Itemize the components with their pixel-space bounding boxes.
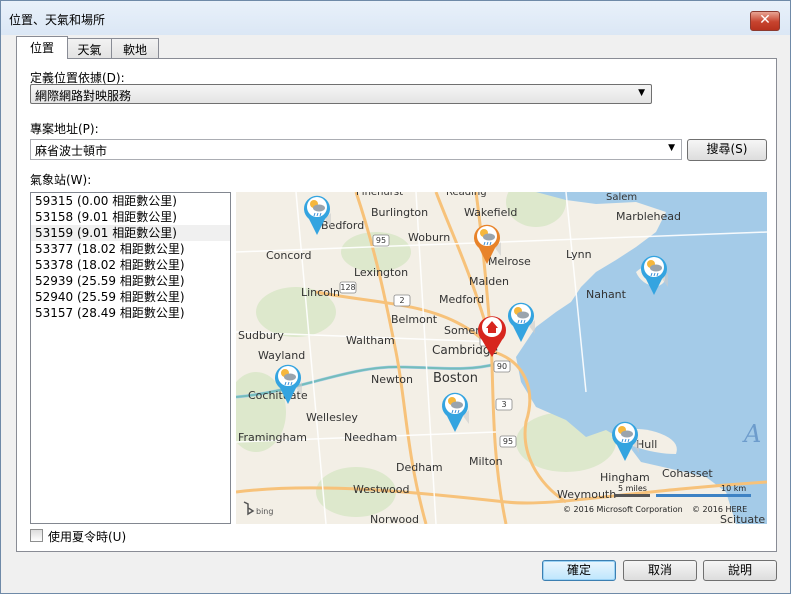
map-place-label: Needham [344,431,397,444]
tab-location[interactable]: 位置 [16,36,68,59]
close-icon: ✕ [759,12,771,28]
map-place-label: Milton [469,455,503,468]
map-road-number: 2 [399,296,404,305]
map-place-label: Newton [371,373,413,386]
map-place-label: Marblehead [616,210,681,223]
station-list-item[interactable]: 53159 (9.01 相距數公里) [31,225,230,241]
tab-weather-label: 天氣 [77,43,102,57]
map-place-label: Lincoln [301,286,340,299]
weather-station-list[interactable]: 59315 (0.00 相距數公里) 53158 (9.01 相距數公里) 5315… [30,192,231,524]
cloud-icon [284,373,296,381]
chevron-down-icon: ▼ [638,88,645,98]
search-button[interactable]: 搜尋(S) [687,139,767,161]
scale-bar-miles [614,494,650,497]
map-ocean-label: A [742,420,761,448]
map-place-label: Cohasset [662,467,713,480]
map-road-number: 90 [497,362,507,371]
station-list-item[interactable]: 53158 (9.01 相距數公里) [31,209,230,225]
map-place-label: Woburn [408,231,450,244]
project-address-value: 麻省波士頓市 [35,144,108,158]
tab-location-label: 位置 [29,41,54,55]
map-canvas[interactable]: Pinehurst Reading Salem Burlington Wakefield… [236,192,767,524]
weather-stations-label: 氣象站(W): [30,173,92,187]
station-list-item[interactable]: 52940 (25.59 相距數公里) [31,289,230,305]
daylight-saving-checkbox[interactable] [30,529,43,542]
cloud-icon [621,430,633,438]
map-place-label: Dedham [396,461,443,474]
station-list-item[interactable]: 53378 (18.02 相距數公里) [31,257,230,273]
map-place-label: Concord [266,249,311,262]
map-place-label: Scituate [720,513,765,524]
map-place-label: Weymouth [557,488,616,501]
cloud-icon [451,401,463,409]
map-place-label: Belmont [391,313,438,326]
map-place-label: Medford [439,293,484,306]
map-place-label: Wayland [258,349,305,362]
map-place-label: Waltham [346,334,395,347]
daylight-saving-label: 使用夏令時(U) [48,530,127,544]
map-road-number: 128 [340,283,355,292]
map-place-label: Nahant [586,288,627,301]
map-place-label: Salem [606,192,637,203]
copyright-microsoft: © 2016 Microsoft Corporation [563,505,683,514]
scale-bar-km [656,494,751,497]
weather-station-map[interactable]: Pinehurst Reading Salem Burlington Wakefield… [236,192,767,524]
project-address-combobox[interactable]: 麻省波士頓市 ▼ [30,139,682,160]
map-road-number: 95 [376,236,386,245]
station-list-item[interactable]: 53157 (28.49 相距數公里) [31,305,230,321]
cloud-icon [517,311,529,319]
scale-miles-label: 5 miles [618,484,647,493]
map-place-label: Melrose [488,255,531,268]
close-button[interactable]: ✕ [750,11,780,31]
tab-weather[interactable]: 天氣 [67,38,112,59]
ok-button[interactable]: 確定 [542,560,616,581]
map-place-label: Norwood [370,513,419,524]
tab-place-label: 軟地 [122,43,147,57]
station-list-item[interactable]: 59315 (0.00 相距數公里) [31,193,230,209]
map-place-label: Boston [433,371,478,386]
dialog-window: 位置、天氣和場所 ✕ 位置 天氣 軟地 定義位置依據(D): 網際網路對映服務 … [0,0,791,594]
scale-km-label: 10 km [721,484,746,493]
map-road-number: 95 [503,437,513,446]
map-place-label: Hingham [600,471,650,484]
station-list-item[interactable]: 53377 (18.02 相距數公里) [31,241,230,257]
location-method-dropdown[interactable]: 網際網路對映服務 ▼ [30,84,652,104]
map-place-label: Wellesley [306,411,358,424]
map-place-label: Lexington [354,266,408,279]
provider-label: bing [256,507,273,516]
cancel-button[interactable]: 取消 [623,560,697,581]
map-place-label: Pinehurst [356,192,403,198]
project-address-label: 專案地址(P): [30,122,99,136]
window-title: 位置、天氣和場所 [9,13,106,27]
title-bar[interactable]: 位置、天氣和場所 ✕ [1,1,790,35]
station-list-item[interactable]: 52939 (25.59 相距數公里) [31,273,230,289]
cloud-icon [650,264,662,272]
map-place-label: Lynn [566,248,592,261]
cloud-icon [483,233,495,241]
map-place-label: Malden [469,275,509,288]
cloud-icon [313,204,325,212]
map-place-label: Framingham [238,431,307,444]
tab-place[interactable]: 軟地 [111,38,159,59]
map-place-label: Hull [636,438,657,451]
chevron-down-icon: ▼ [668,143,675,153]
map-place-label: Wakefield [464,206,517,219]
map-place-label: Sudbury [238,329,284,342]
map-place-label: Burlington [371,206,428,219]
help-button[interactable]: 說明 [703,560,777,581]
map-place-label: Reading [446,192,487,198]
map-road-number: 3 [501,400,506,409]
location-method-value: 網際網路對映服務 [35,89,132,103]
location-tab-panel: 定義位置依據(D): 網際網路對映服務 ▼ 專案地址(P): 麻省波士頓市 ▼ … [16,58,777,552]
map-place-label: Westwood [353,483,409,496]
copyright-here: © 2016 HERE [692,505,747,514]
